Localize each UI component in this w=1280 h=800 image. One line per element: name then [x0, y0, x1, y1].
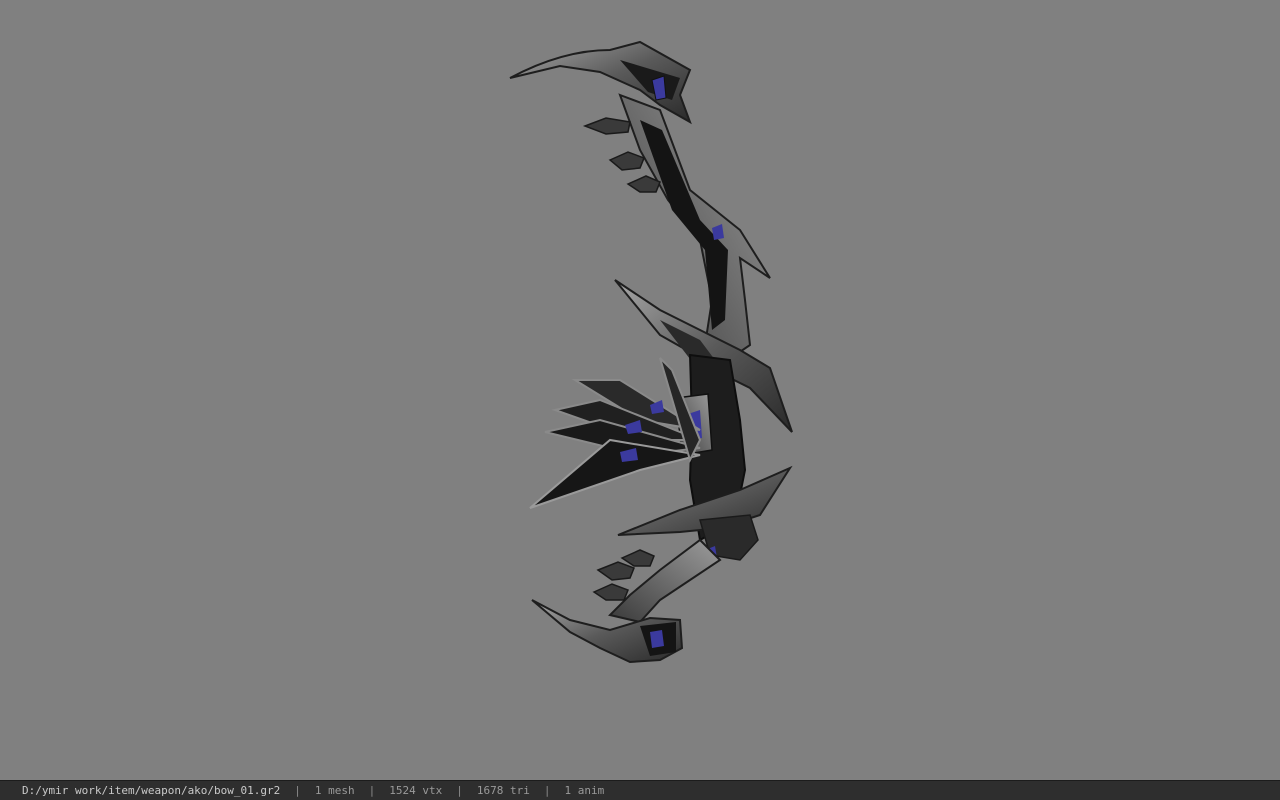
bow-lower-limb — [592, 538, 722, 624]
status-bar: D:/ymir work/item/weapon/ako/bow_01.gr2 … — [0, 780, 1280, 800]
separator: | — [456, 784, 463, 797]
animation-count: 1 anim — [564, 784, 605, 797]
separator: | — [368, 784, 376, 797]
separator: | — [543, 784, 551, 797]
bow-upper-tip — [509, 40, 692, 125]
bow-lower-tip — [531, 599, 684, 664]
file-path: D:/ymir work/item/weapon/ako/bow_01.gr2 — [22, 784, 281, 797]
bow-model — [509, 40, 793, 664]
triangle-count: 1678 tri — [476, 784, 530, 797]
mesh-count: 1 mesh — [314, 784, 355, 797]
bow-wing — [529, 357, 702, 509]
separator: | — [294, 784, 301, 797]
3d-viewport[interactable] — [0, 0, 1280, 780]
vertex-count: 1524 vtx — [389, 784, 443, 797]
